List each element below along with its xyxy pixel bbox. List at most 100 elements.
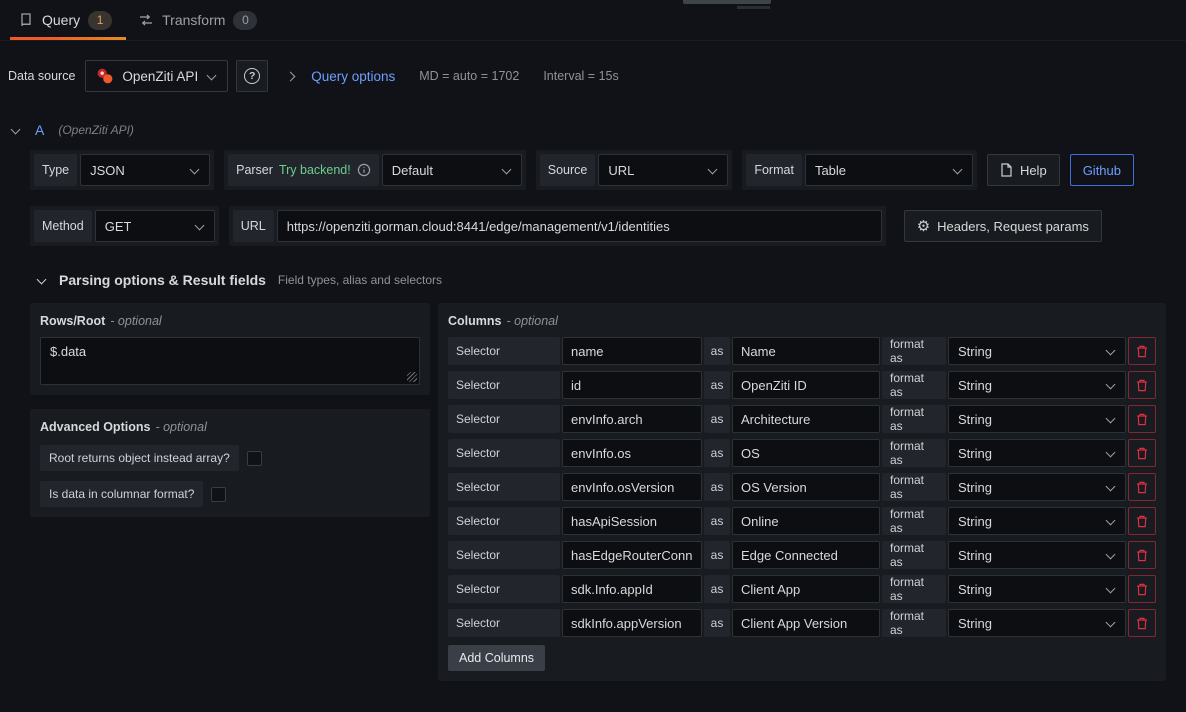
collapse-section-icon[interactable] (36, 275, 47, 286)
format-label: Format (746, 154, 802, 186)
column-selector-input[interactable] (562, 473, 702, 501)
query-count-badge: 1 (88, 11, 112, 30)
type-select[interactable]: JSON (80, 154, 210, 186)
column-alias-input[interactable] (732, 371, 880, 399)
query-options-toggle[interactable]: Query options (311, 69, 395, 84)
document-icon (1000, 163, 1013, 177)
parsing-panels: Rows/Root - optional $.data Advanced Opt… (30, 303, 1166, 681)
tab-transform[interactable]: Transform 0 (128, 0, 273, 40)
column-format-select[interactable]: String (948, 439, 1126, 467)
root-object-checkbox[interactable] (247, 451, 262, 466)
parsing-section-header[interactable]: Parsing options & Result fields Field ty… (30, 270, 1166, 290)
column-format-select[interactable]: String (948, 609, 1126, 637)
column-alias-input[interactable] (732, 439, 880, 467)
datasource-picker[interactable]: OpenZiti API (85, 60, 228, 92)
chevron-down-icon (501, 165, 512, 176)
column-row: Selector as format as String (448, 575, 1156, 603)
chevron-down-icon (189, 165, 200, 176)
add-columns-button[interactable]: Add Columns (448, 645, 545, 671)
delete-column-button[interactable] (1128, 337, 1156, 365)
column-selector-input[interactable] (562, 507, 702, 535)
delete-column-button[interactable] (1128, 371, 1156, 399)
column-row: Selector as format as String (448, 541, 1156, 569)
type-label: Type (34, 154, 77, 186)
query-datasource-hint: (OpenZiti API) (58, 123, 134, 137)
editor-row-1: Type JSON Parser Try backend! Default (30, 150, 1166, 190)
column-format-select[interactable]: String (948, 337, 1126, 365)
rows-root-input[interactable]: $.data (40, 337, 420, 385)
url-field-group: URL (229, 206, 886, 246)
column-selector-input[interactable] (562, 337, 702, 365)
chevron-down-icon (1105, 516, 1116, 527)
delete-column-button[interactable] (1128, 439, 1156, 467)
shuffle-icon (138, 12, 154, 28)
query-ref-id[interactable]: A (35, 122, 44, 138)
column-alias-input[interactable] (732, 405, 880, 433)
parser-field-group: Parser Try backend! Default (224, 150, 526, 190)
column-alias-input[interactable] (732, 609, 880, 637)
source-label: Source (540, 154, 596, 186)
parser-select[interactable]: Default (382, 154, 522, 186)
method-label: Method (34, 210, 92, 242)
column-format-select[interactable]: String (948, 507, 1126, 535)
trash-icon (1136, 583, 1148, 596)
delete-column-button[interactable] (1128, 507, 1156, 535)
row1-right-buttons: Help Github (987, 154, 1134, 186)
chevron-down-icon (1105, 448, 1116, 459)
type-field-group: Type JSON (30, 150, 214, 190)
datasource-help-button[interactable]: ? (236, 60, 268, 92)
panel-resize-handle[interactable] (683, 0, 771, 4)
chevron-down-icon (206, 71, 217, 82)
panel-resize-handle-small[interactable] (737, 6, 770, 9)
parser-label: Parser Try backend! (228, 154, 379, 186)
datasource-label: Data source (8, 69, 75, 83)
column-alias-input[interactable] (732, 337, 880, 365)
column-alias-input[interactable] (732, 507, 880, 535)
column-format-select[interactable]: String (948, 541, 1126, 569)
column-selector-input[interactable] (562, 575, 702, 603)
column-format-select[interactable]: String (948, 371, 1126, 399)
headers-request-params-button[interactable]: ⚙ Headers, Request params (904, 210, 1102, 242)
column-row: Selector as format as String (448, 371, 1156, 399)
columnar-format-checkbox[interactable] (211, 487, 226, 502)
column-row: Selector as format as String (448, 439, 1156, 467)
delete-column-button[interactable] (1128, 405, 1156, 433)
delete-column-button[interactable] (1128, 575, 1156, 603)
column-format-select[interactable]: String (948, 473, 1126, 501)
method-select[interactable]: GET (95, 210, 215, 242)
book-icon (18, 12, 34, 28)
tab-query[interactable]: Query 1 (8, 0, 128, 40)
column-selector-input[interactable] (562, 371, 702, 399)
advanced-options-title: Advanced Options - optional (40, 419, 420, 435)
trash-icon (1136, 345, 1148, 358)
interval-text: Interval = 15s (543, 69, 618, 83)
query-editor-body: Type JSON Parser Try backend! Default (0, 150, 1186, 681)
help-button[interactable]: Help (987, 154, 1060, 186)
column-selector-input[interactable] (562, 439, 702, 467)
column-selector-input[interactable] (562, 405, 702, 433)
method-field-group: Method GET (30, 206, 219, 246)
column-alias-input[interactable] (732, 473, 880, 501)
parsing-section-subtitle: Field types, alias and selectors (278, 273, 442, 287)
tab-query-label: Query (42, 12, 80, 28)
columns-panel: Columns - optional Selector as format as… (438, 303, 1166, 681)
column-format-select[interactable]: String (948, 575, 1126, 603)
column-selector-input[interactable] (562, 541, 702, 569)
format-select[interactable]: Table (805, 154, 973, 186)
source-select[interactable]: URL (598, 154, 728, 186)
advanced-option-row: Root returns object instead array? (40, 445, 420, 471)
url-input[interactable] (277, 210, 882, 242)
collapse-query-icon[interactable] (10, 125, 21, 136)
chevron-down-icon (1105, 618, 1116, 629)
delete-column-button[interactable] (1128, 473, 1156, 501)
column-selector-input[interactable] (562, 609, 702, 637)
github-button[interactable]: Github (1070, 154, 1134, 186)
advanced-option-row: Is data in columnar format? (40, 481, 420, 507)
column-alias-input[interactable] (732, 541, 880, 569)
delete-column-button[interactable] (1128, 609, 1156, 637)
chevron-down-icon (952, 165, 963, 176)
column-format-select[interactable]: String (948, 405, 1126, 433)
delete-column-button[interactable] (1128, 541, 1156, 569)
trash-icon (1136, 447, 1148, 460)
column-alias-input[interactable] (732, 575, 880, 603)
